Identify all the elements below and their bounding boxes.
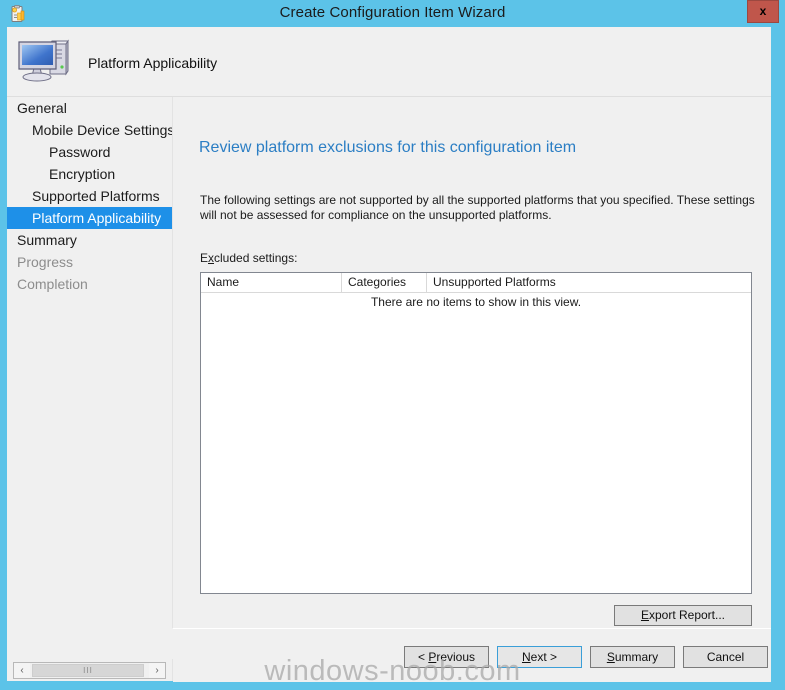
summary-accelerator: S	[606, 650, 615, 664]
sidebar-item-summary[interactable]: Summary	[7, 229, 172, 251]
summary-button[interactable]: Summary	[590, 646, 675, 668]
sidebar-item-completion: Completion	[17, 276, 88, 292]
listview-header-row: Name Categories Unsupported Platforms	[201, 273, 751, 293]
sidebar-item-password[interactable]: Password	[7, 141, 172, 163]
sidebar-scrollbar-track[interactable]: ‹ III ›	[13, 662, 166, 679]
wizard-header: Platform Applicability	[7, 27, 771, 97]
sidebar-scrollbar-thumb[interactable]: III	[32, 664, 144, 677]
wizard-steps-list: General Mobile Device Settings Password Enc…	[7, 97, 172, 295]
title-bar: Create Configuration Item Wizard x	[0, 0, 785, 27]
column-header-categories[interactable]: Categories	[342, 273, 427, 292]
close-button[interactable]: x	[747, 0, 779, 23]
previous-button[interactable]: < Previous	[404, 646, 489, 668]
previous-label: revious	[436, 650, 476, 664]
sidebar-item-progress: Progress	[17, 254, 74, 270]
cancel-button[interactable]: Cancel	[683, 646, 768, 668]
content-pane: Review platform exclusions for this conf…	[173, 97, 771, 628]
export-report-button[interactable]: Export Report...	[614, 605, 752, 626]
export-report-label: xport Report...	[648, 608, 726, 622]
wizard-footer: < Previous Next > Summary Cancel	[173, 628, 771, 682]
excluded-settings-listview[interactable]: Name Categories Unsupported Platforms Th…	[200, 272, 752, 594]
wizard-steps-sidebar: General Mobile Device Settings Password Enc…	[7, 97, 173, 659]
sidebar-item-general[interactable]: General	[7, 97, 172, 119]
next-accelerator: N	[521, 650, 531, 664]
sidebar-item-mobile-device-settings[interactable]: Mobile Device Settings	[7, 119, 172, 141]
scroll-right-arrow-icon[interactable]: ›	[149, 663, 165, 678]
content-heading: Review platform exclusions for this conf…	[199, 139, 577, 156]
excluded-settings-label: Excluded settings:	[200, 251, 297, 265]
summary-label: ummary	[614, 650, 659, 664]
sidebar-item-encryption[interactable]: Encryption	[7, 163, 172, 185]
client-area: Platform Applicability General Mobile Dev…	[7, 27, 771, 682]
next-label: ext >	[530, 650, 558, 664]
sidebar-item-platform-applicability[interactable]: Platform Applicability	[7, 207, 172, 229]
sidebar-item-supported-platforms[interactable]: Supported Platforms	[7, 185, 172, 207]
excluded-label-prefix: E	[200, 251, 209, 265]
computer-icon	[16, 34, 72, 86]
content-description: The following settings are not supported…	[200, 193, 755, 222]
column-header-unsupported-platforms[interactable]: Unsupported Platforms	[427, 273, 751, 292]
excluded-label-suffix: cluded settings:	[214, 251, 298, 265]
listview-empty-message: There are no items to show in this view.	[370, 295, 582, 309]
window-title: Create Configuration Item Wizard	[279, 4, 506, 21]
next-button[interactable]: Next >	[497, 646, 582, 668]
sidebar-scrollbar[interactable]: ‹ III ›	[7, 659, 173, 681]
column-header-name[interactable]: Name	[201, 273, 342, 292]
previous-prefix: <	[417, 650, 429, 664]
export-report-accelerator: E	[640, 608, 649, 622]
cancel-label: Cancel	[706, 650, 745, 664]
scroll-left-arrow-icon[interactable]: ‹	[14, 663, 30, 678]
page-title: Platform Applicability	[88, 55, 218, 71]
wizard-window: Create Configuration Item Wizard x Platf…	[0, 0, 785, 690]
footer-left-filler	[7, 628, 173, 659]
